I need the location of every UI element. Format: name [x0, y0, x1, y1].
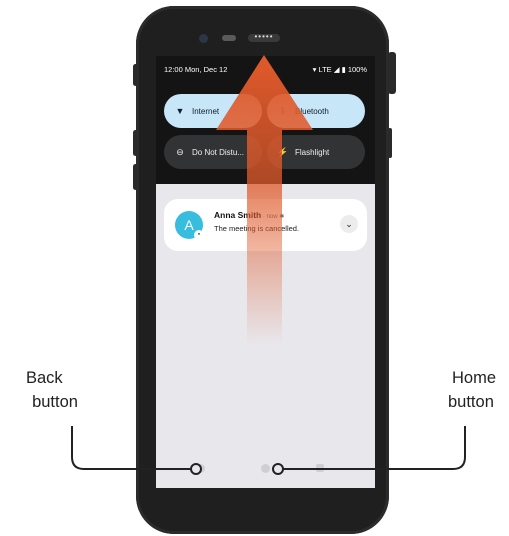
home-callout-line2: button: [448, 393, 494, 411]
back-button-callout: Back button: [22, 366, 88, 414]
home-callout-line1: Home: [452, 369, 497, 387]
callout-lines: [71, 426, 466, 475]
home-button-callout: Home button: [440, 366, 506, 414]
back-callout-line2: button: [32, 393, 78, 411]
back-callout-line1: Back: [26, 369, 63, 387]
